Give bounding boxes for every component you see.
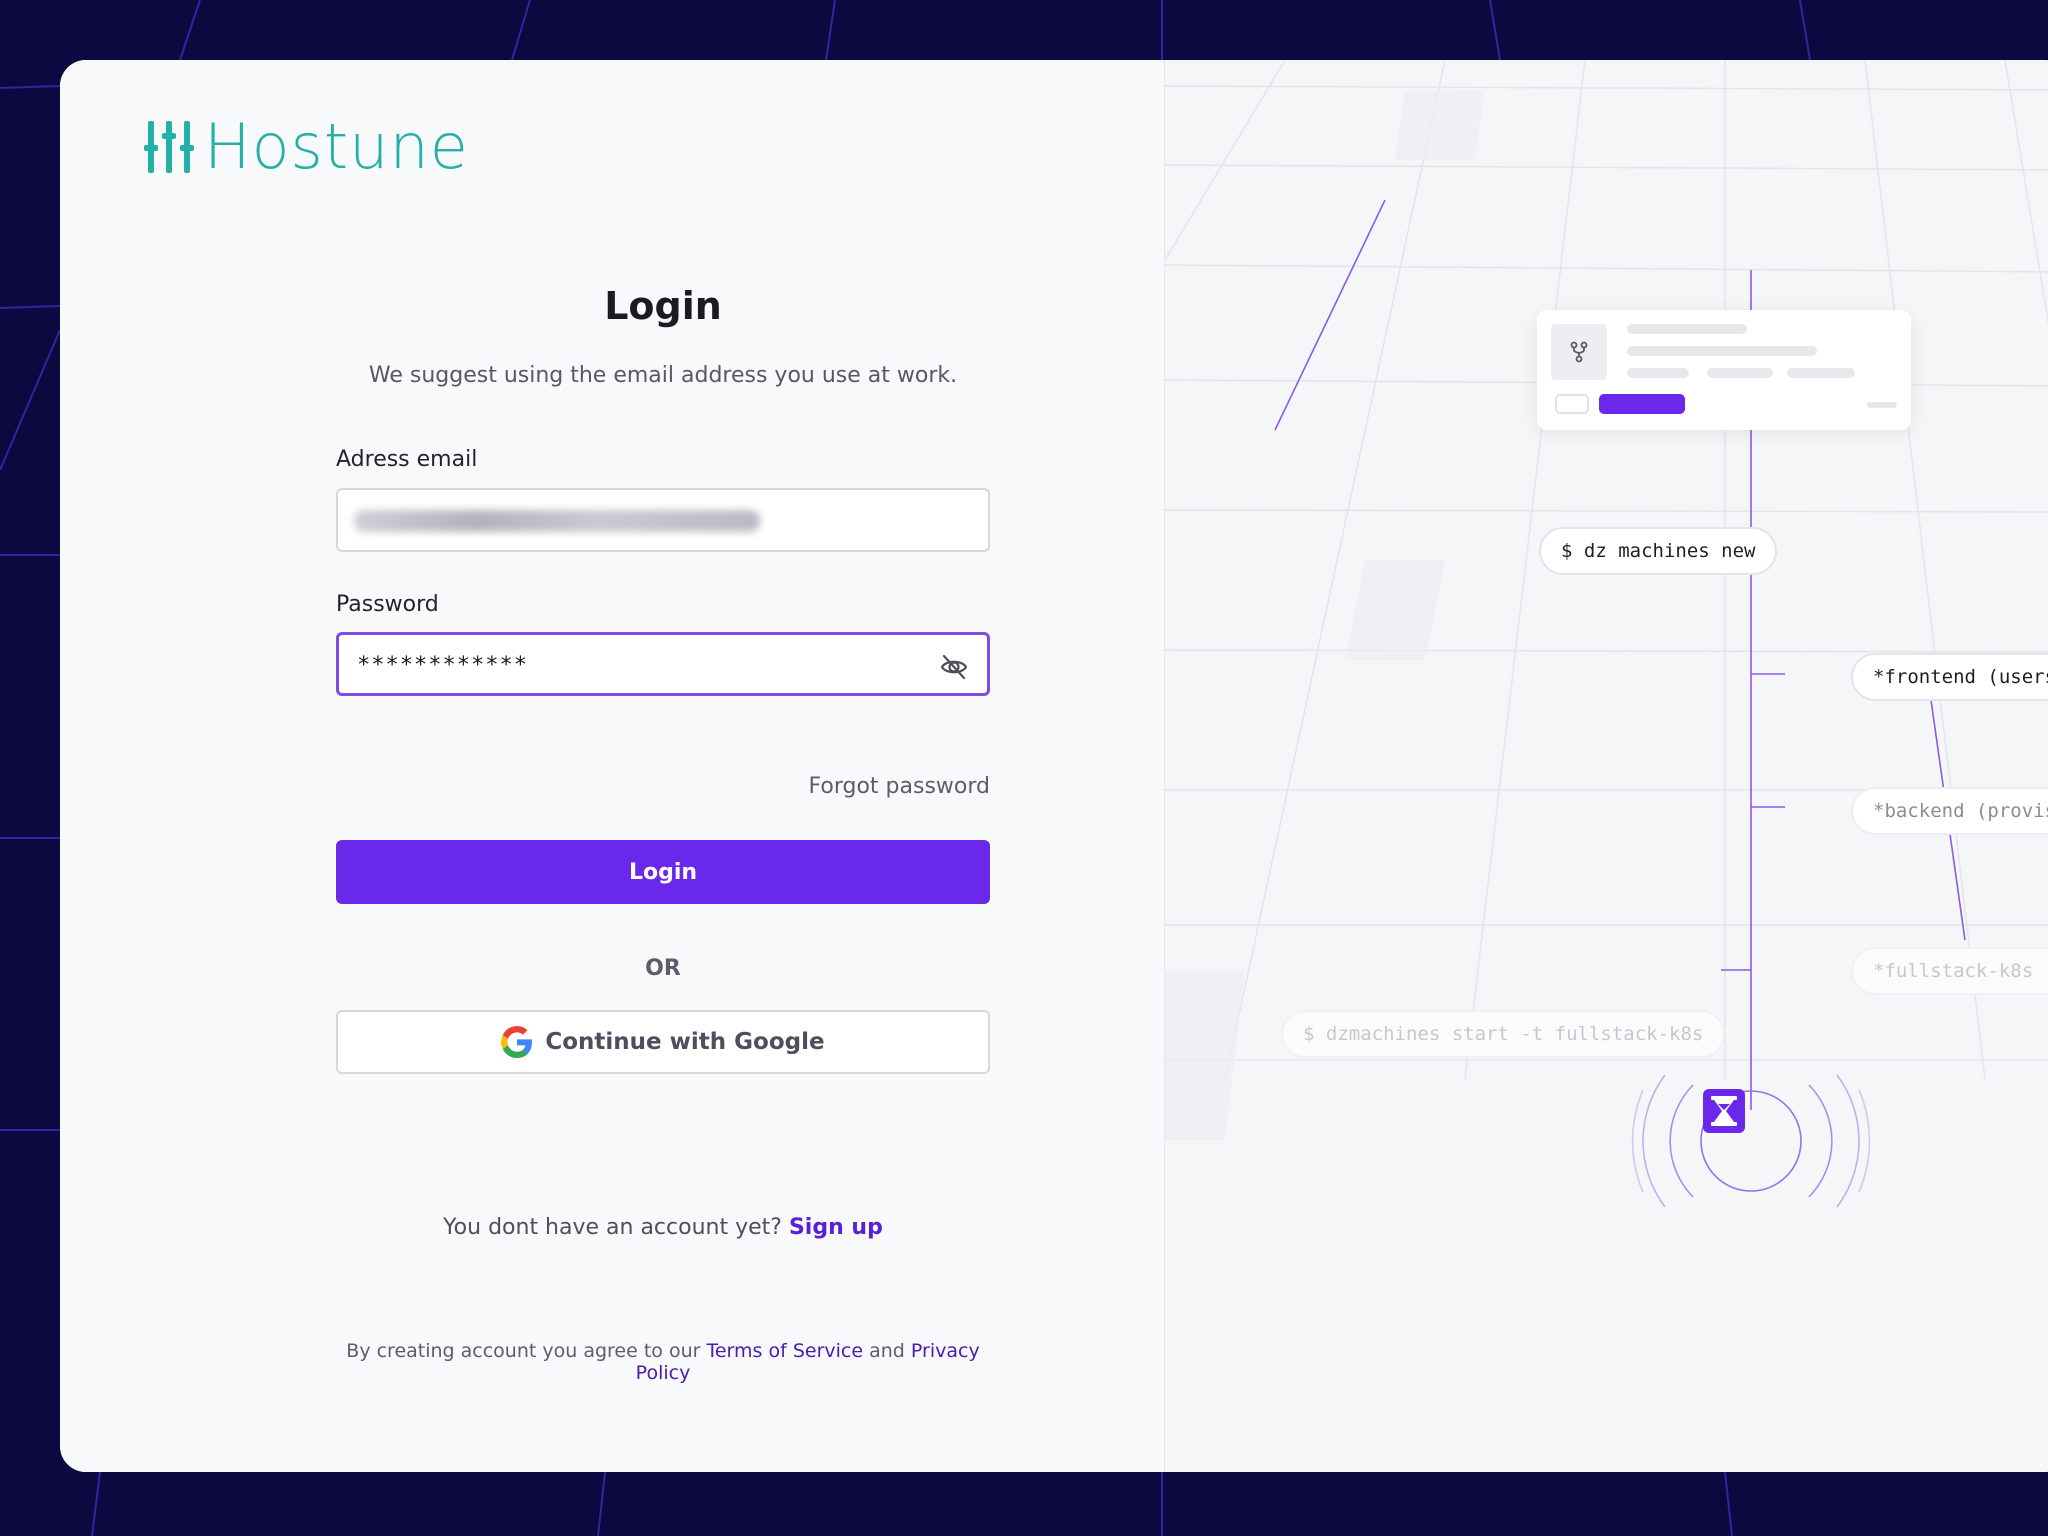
password-field[interactable]: ************ bbox=[336, 632, 990, 696]
login-card: Hostune Login We suggest using the email… bbox=[60, 60, 2048, 1472]
password-label: Password bbox=[336, 592, 439, 617]
login-panel: Hostune Login We suggest using the email… bbox=[60, 60, 1164, 1472]
google-signin-button[interactable]: Continue with Google bbox=[336, 1010, 990, 1074]
google-icon bbox=[501, 1026, 533, 1058]
signup-prompt: You dont have an account yet? Sign up bbox=[336, 1215, 990, 1240]
terms-notice: By creating account you agree to our Ter… bbox=[336, 1340, 990, 1384]
brand-logo[interactable]: Hostune bbox=[144, 116, 469, 178]
command-pill-start: $ dzmachines start -t fullstack-k8s bbox=[1281, 1010, 1726, 1058]
terms-and: and bbox=[869, 1340, 905, 1362]
terms-prefix: By creating account you agree to our bbox=[346, 1340, 701, 1362]
password-value: ************ bbox=[357, 653, 528, 678]
mini-card-secondary-button bbox=[1555, 394, 1589, 414]
email-field[interactable] bbox=[336, 488, 990, 552]
page-subtitle: We suggest using the email address you u… bbox=[368, 363, 958, 388]
frontend-pill: *frontend (usersc-web bbox=[1851, 653, 2048, 701]
brand-name: Hostune bbox=[204, 110, 469, 183]
mini-card-primary-button bbox=[1599, 394, 1685, 414]
login-button[interactable]: Login bbox=[336, 840, 990, 904]
email-value-redacted bbox=[354, 510, 760, 532]
hourglass-icon bbox=[1703, 1089, 1745, 1133]
email-label: Adress email bbox=[336, 447, 478, 472]
git-branch-icon bbox=[1551, 324, 1607, 380]
backend-pill: *backend (provisioner bbox=[1851, 787, 2048, 835]
hourglass-node bbox=[1673, 1060, 1773, 1160]
perspective-grid bbox=[1165, 60, 2048, 1208]
forgot-password-link[interactable]: Forgot password bbox=[809, 774, 990, 799]
or-divider: OR bbox=[645, 956, 681, 981]
eye-off-icon[interactable] bbox=[939, 652, 969, 682]
illustration-panel: $ dz machines new *frontend (usersc-web … bbox=[1164, 60, 2048, 1472]
no-account-text: You dont have an account yet? bbox=[443, 1215, 782, 1240]
google-button-label: Continue with Google bbox=[545, 1029, 825, 1055]
page-title: Login bbox=[604, 284, 722, 328]
terms-of-service-link[interactable]: Terms of Service bbox=[706, 1340, 863, 1362]
command-pill-new: $ dz machines new bbox=[1539, 527, 1778, 575]
machine-card-preview bbox=[1537, 310, 1911, 430]
hostune-logo-icon bbox=[144, 121, 194, 173]
sign-up-link[interactable]: Sign up bbox=[789, 1215, 883, 1240]
fullstack-pill: *fullstack-k8s (users bbox=[1851, 947, 2048, 995]
